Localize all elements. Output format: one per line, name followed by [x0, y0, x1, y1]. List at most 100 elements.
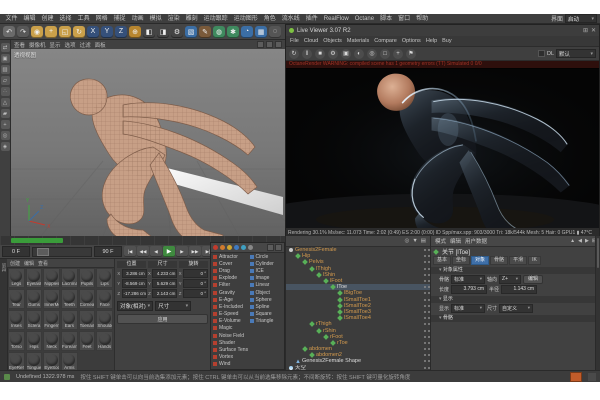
- search-icon[interactable]: ◎: [405, 238, 410, 244]
- rotation-field[interactable]: 0 °: [183, 269, 208, 278]
- restart-render-icon[interactable]: ↻: [289, 49, 299, 59]
- visibility-dots-icon[interactable]: [424, 292, 426, 294]
- material-item[interactable]: Ears: [61, 310, 78, 330]
- modifier-item[interactable]: Filter: [211, 282, 248, 289]
- modifier-icon[interactable]: [227, 245, 232, 250]
- modifier-item[interactable]: E-Included: [211, 303, 248, 310]
- menu-item[interactable]: 脚本: [378, 14, 395, 24]
- menu-item[interactable]: 创建: [39, 14, 56, 24]
- shape-item[interactable]: Spline: [248, 303, 285, 310]
- section-bone[interactable]: 骨骼: [431, 315, 600, 322]
- history-forward-icon[interactable]: ▶: [585, 238, 589, 244]
- timeline-slider-handle[interactable]: [37, 248, 49, 256]
- menu-item[interactable]: 文件: [3, 14, 20, 24]
- material-item[interactable]: Torso: [8, 331, 25, 351]
- add-camera-icon[interactable]: ▦: [255, 26, 267, 38]
- previous-key-button[interactable]: ◀◀: [137, 246, 149, 257]
- render-settings-icon[interactable]: ⚙: [171, 26, 183, 38]
- menu-item[interactable]: 窗口: [396, 14, 413, 24]
- section-object-properties[interactable]: 对象属性: [431, 267, 600, 274]
- live-viewer-menu-item[interactable]: File: [290, 38, 299, 44]
- layers-icon[interactable]: ▤: [421, 238, 426, 244]
- menu-item[interactable]: 运动跟踪: [201, 14, 230, 24]
- rotation-field[interactable]: 0 °: [183, 289, 208, 298]
- go-to-start-button[interactable]: |◀: [124, 246, 136, 257]
- modifier-item[interactable]: Drag: [211, 267, 248, 274]
- end-frame-field[interactable]: 90 F: [94, 246, 122, 257]
- visibility-dots-icon[interactable]: [424, 274, 426, 276]
- window-button[interactable]: ✕: [591, 27, 596, 34]
- bone-select[interactable]: 标准▾: [451, 275, 485, 284]
- redo-icon[interactable]: ↷: [17, 26, 29, 38]
- attribute-menu-item[interactable]: 模式: [435, 237, 446, 245]
- material-item[interactable]: Corneas: [79, 289, 96, 309]
- menu-item[interactable]: 编辑: [21, 14, 38, 24]
- size-field[interactable]: 5.629 cm: [152, 279, 177, 288]
- visibility-dots-icon[interactable]: [424, 286, 426, 288]
- visibility-dots-icon[interactable]: [424, 268, 426, 270]
- display-select[interactable]: 标准▾: [451, 304, 485, 313]
- material-menu-item[interactable]: 编辑: [24, 260, 34, 267]
- modifier-item[interactable]: Cover: [211, 260, 248, 267]
- split-view-icon[interactable]: [266, 41, 273, 48]
- current-frame-field[interactable]: 0 F: [2, 246, 30, 257]
- viewport-menu-item[interactable]: 过滤: [80, 41, 91, 49]
- y-axis-lock-icon[interactable]: Y: [101, 26, 113, 38]
- filter-icon[interactable]: ▼: [412, 238, 417, 244]
- material-item[interactable]: Lacrimals: [61, 268, 78, 288]
- interface-select[interactable]: 启动▾: [565, 14, 597, 23]
- timeline-slider[interactable]: [32, 247, 92, 257]
- menu-item[interactable]: 帮助: [414, 14, 431, 24]
- attribute-tab[interactable]: 坐标: [452, 256, 470, 265]
- position-field[interactable]: -8.569 cm: [122, 279, 147, 288]
- attribute-tab[interactable]: 基本: [433, 256, 451, 265]
- camera-lock-icon[interactable]: ⚑: [406, 49, 416, 59]
- menu-item[interactable]: 雕刻: [183, 14, 200, 24]
- attribute-tab[interactable]: IK: [528, 256, 541, 265]
- menu-item[interactable]: 捕捉: [111, 14, 128, 24]
- clay-mode-icon[interactable]: ◐: [354, 49, 364, 59]
- material-item[interactable]: Teeth: [61, 289, 78, 309]
- material-item[interactable]: Fingernails: [43, 310, 60, 330]
- enable-axis-icon[interactable]: +: [1, 120, 10, 129]
- shape-item[interactable]: Circle: [248, 253, 285, 260]
- workplane-icon[interactable]: ▱: [1, 76, 10, 85]
- material-item[interactable]: Eyelashes: [26, 268, 43, 288]
- snap-icon[interactable]: ◈: [1, 142, 10, 151]
- modifier-item[interactable]: Wind: [211, 361, 248, 368]
- transform-space-select[interactable]: 对象(相对)▾: [117, 301, 153, 311]
- x-axis-lock-icon[interactable]: X: [87, 26, 99, 38]
- live-viewer-menu-item[interactable]: Cloud: [304, 38, 318, 44]
- menu-item[interactable]: 动画: [129, 14, 146, 24]
- render-view-icon[interactable]: ◧: [143, 26, 155, 38]
- add-light-icon[interactable]: ◌: [269, 26, 281, 38]
- object-icon[interactable]: [234, 245, 239, 250]
- material-item[interactable]: Sclera: [26, 310, 43, 330]
- modifier-item[interactable]: E-Age: [211, 296, 248, 303]
- visibility-dots-icon[interactable]: [424, 367, 426, 369]
- material-menu-item[interactable]: 查看: [38, 260, 48, 267]
- material-item[interactable]: Lips: [96, 268, 113, 288]
- material-item[interactable]: Legs: [8, 268, 25, 288]
- material-menu-item[interactable]: 创建: [10, 260, 20, 267]
- modifier-item[interactable]: Shader: [211, 339, 248, 346]
- viewport-menu-item[interactable]: 面板: [95, 41, 106, 49]
- add-environment-icon[interactable]: ◔: [241, 26, 253, 38]
- material-item[interactable]: EyeSocket: [43, 352, 60, 370]
- modifier-item[interactable]: Gravity: [211, 289, 248, 296]
- shape-item[interactable]: Sphere: [248, 296, 285, 303]
- attribute-menu-item[interactable]: 用户数据: [465, 237, 487, 245]
- menu-item[interactable]: 插件: [303, 14, 320, 24]
- material-item[interactable]: Tear: [8, 289, 25, 309]
- material-item[interactable]: Neck: [43, 331, 60, 351]
- material-item[interactable]: Nipples: [43, 268, 60, 288]
- shape-item[interactable]: Square: [248, 311, 285, 318]
- position-field[interactable]: 3.286 cm: [122, 269, 147, 278]
- live-viewer-menu-item[interactable]: Compare: [374, 38, 397, 44]
- material-item[interactable]: Irises: [8, 310, 25, 330]
- apply-button[interactable]: 应用: [117, 314, 208, 324]
- modifier-item[interactable]: Explode: [211, 275, 248, 282]
- edges-mode-icon[interactable]: △: [1, 98, 10, 107]
- visibility-dots-icon[interactable]: [424, 336, 426, 338]
- shape-item[interactable]: Triangle: [248, 318, 285, 325]
